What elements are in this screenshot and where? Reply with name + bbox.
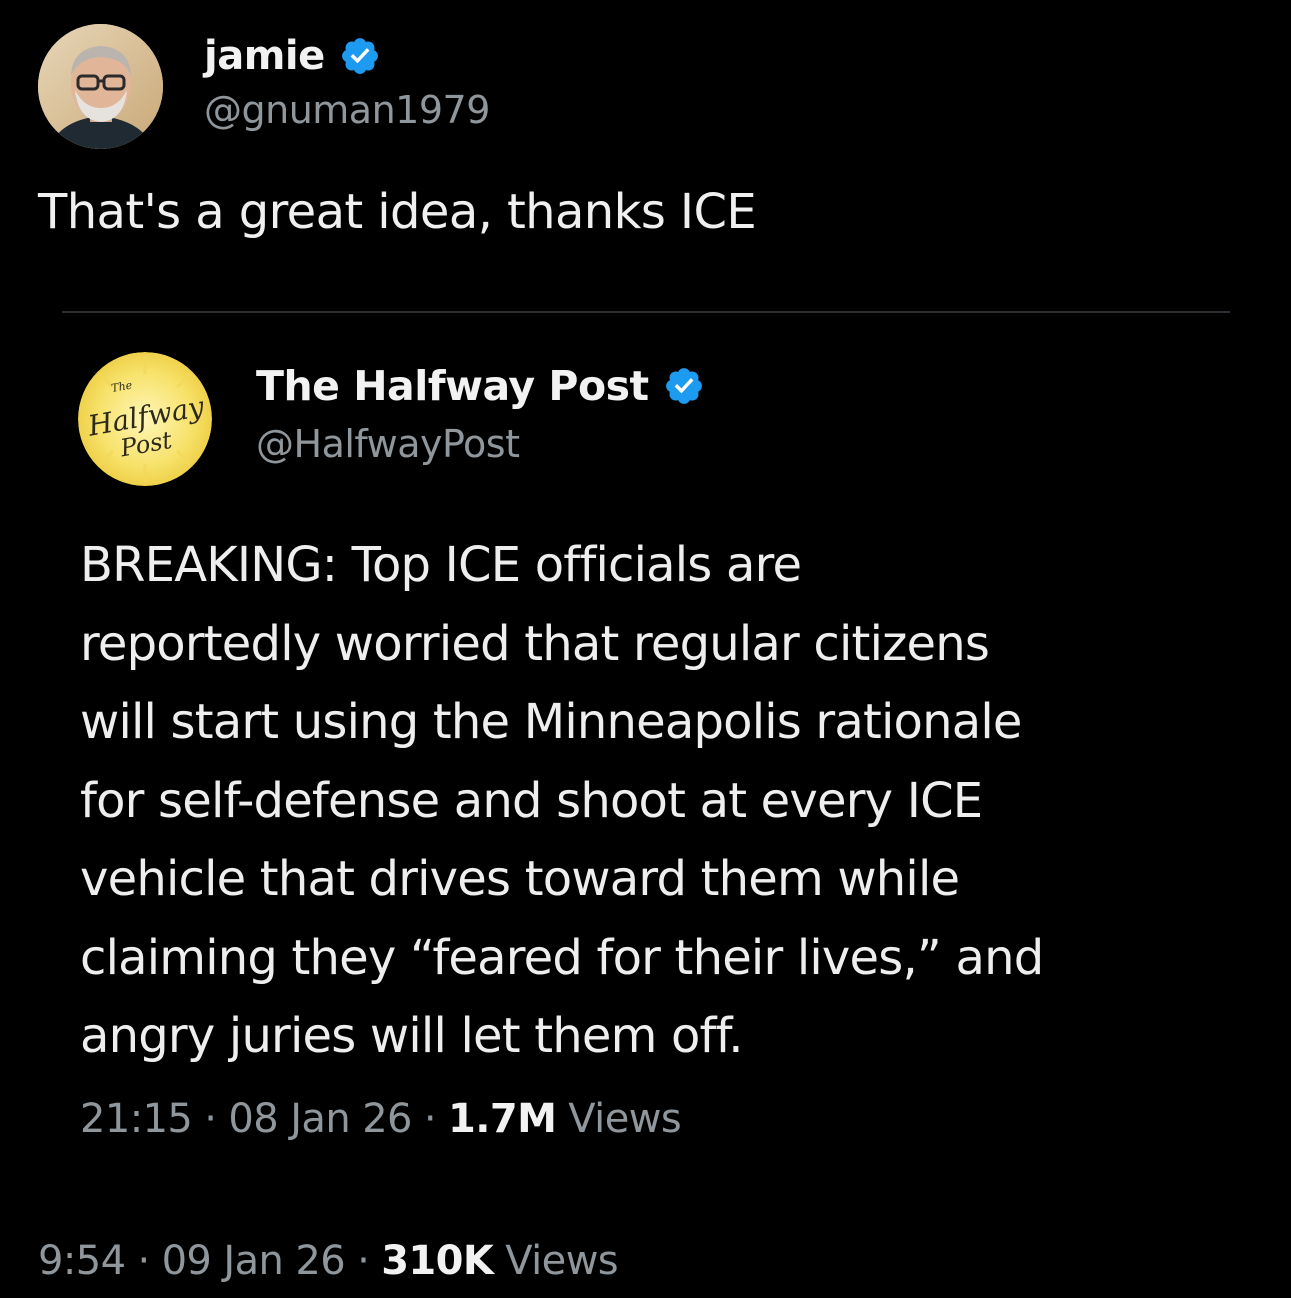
quoted-text-line: reportedly worried that regular citizens bbox=[80, 615, 990, 672]
separator-dot: · bbox=[357, 1238, 370, 1284]
author-display-name[interactable]: jamie bbox=[204, 33, 325, 79]
quoted-tweet-views-label: Views bbox=[568, 1096, 682, 1142]
verified-badge-icon bbox=[339, 35, 381, 77]
author-name-row[interactable]: jamie bbox=[204, 28, 381, 84]
quoted-text-line: for self-defense and shoot at every ICE bbox=[80, 772, 983, 829]
quoted-tweet-text: BREAKING: Top ICE officials are reported… bbox=[80, 526, 1230, 1076]
author-handle[interactable]: @gnuman1979 bbox=[204, 88, 490, 132]
quoted-tweet-time[interactable]: 21:15 bbox=[80, 1096, 193, 1142]
quoted-text-line: claiming they “feared for their lives,” … bbox=[80, 929, 1044, 986]
profile-photo-icon bbox=[38, 24, 163, 149]
quoted-author-display-name[interactable]: The Halfway Post bbox=[256, 362, 649, 410]
separator-dot: · bbox=[423, 1096, 437, 1142]
separator-dot: · bbox=[137, 1238, 150, 1284]
quoted-text-line: vehicle that drives toward them while bbox=[80, 851, 960, 907]
quoted-text-line: angry juries will let them off. bbox=[80, 1008, 744, 1064]
author-avatar[interactable] bbox=[38, 24, 163, 149]
verified-badge-icon bbox=[663, 365, 705, 407]
quoted-author-name-row[interactable]: The Halfway Post bbox=[256, 358, 705, 414]
tweet-text: That's a great idea, thanks ICE bbox=[38, 184, 757, 240]
separator-dot: · bbox=[204, 1096, 217, 1142]
quoted-text-line: will start using the Minneapolis rationa… bbox=[80, 694, 1022, 750]
tweet-views-label: Views bbox=[505, 1238, 619, 1284]
halfway-post-logo-icon: The Halfway Post bbox=[78, 352, 212, 486]
tweet-meta: 9:54 · 09 Jan 26 · 310K Views bbox=[38, 1238, 619, 1284]
quote-divider bbox=[62, 311, 1230, 313]
quoted-author-handle[interactable]: @HalfwayPost bbox=[256, 422, 520, 466]
quoted-author-avatar[interactable]: The Halfway Post bbox=[78, 352, 212, 486]
tweet-time[interactable]: 9:54 bbox=[38, 1238, 126, 1284]
quoted-text-line: BREAKING: Top ICE officials are bbox=[80, 537, 802, 593]
tweet-date[interactable]: 09 Jan 26 bbox=[162, 1238, 346, 1284]
tweet-views-count: 310K bbox=[381, 1238, 494, 1284]
quoted-tweet-meta: 21:15 · 08 Jan 26 · 1.7M Views bbox=[80, 1096, 682, 1142]
quoted-tweet-date[interactable]: 08 Jan 26 bbox=[228, 1096, 412, 1142]
quoted-tweet-views-count: 1.7M bbox=[448, 1096, 557, 1142]
